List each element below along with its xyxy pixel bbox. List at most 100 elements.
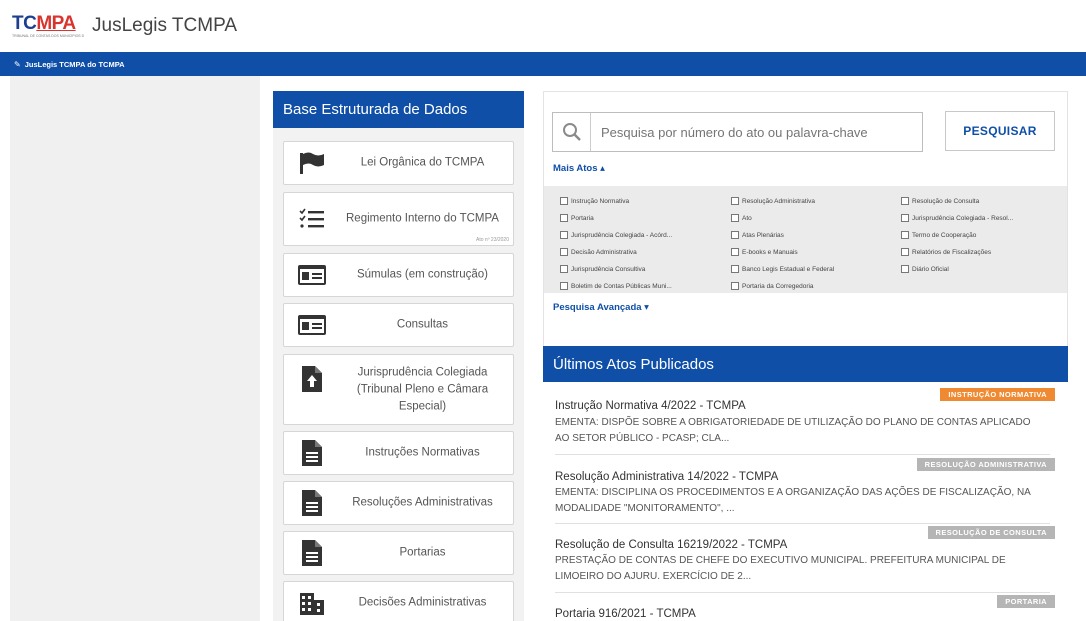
divider	[555, 523, 1050, 524]
file-upload-icon	[296, 366, 328, 392]
filter-checkbox[interactable]	[560, 248, 568, 256]
filter-option[interactable]: Instrução Normativa	[560, 194, 731, 208]
left-margin-area	[10, 76, 260, 621]
filter-option[interactable]: Decisão Administrativa	[560, 245, 731, 259]
act-type-filters: Instrução Normativa Resolução Administrat…	[544, 186, 1067, 293]
ultimos-atos-panel: Últimos Atos Publicados INSTRUÇÃO NORMAT…	[543, 346, 1068, 621]
ato-item[interactable]: PORTARIA Portaria 916/2021 - TCMPA	[555, 595, 1055, 621]
filter-option[interactable]: Resolução Administrativa	[731, 194, 901, 208]
filters-grid: Instrução Normativa Resolução Administrat…	[560, 194, 1067, 293]
filter-checkbox[interactable]	[731, 197, 739, 205]
filter-option[interactable]: Termo de Cooperação	[901, 228, 1071, 242]
filter-checkbox[interactable]	[731, 231, 739, 239]
ato-description: EMENTA: DISCIPLINA OS PROCEDIMENTOS E A …	[555, 487, 1031, 514]
base-item-portarias[interactable]: Portarias	[283, 531, 514, 575]
filter-option[interactable]: Atas Plenárias	[731, 228, 901, 242]
base-item-regimento-interno[interactable]: Regimento Interno do TCMPA Ato nº 23/202…	[283, 192, 514, 246]
filter-label: Jurisprudência Colegiada - Acórd...	[571, 231, 673, 239]
ato-type-badge: INSTRUÇÃO NORMATIVA	[940, 388, 1055, 401]
ato-item[interactable]: INSTRUÇÃO NORMATIVA Instrução Normativa …	[555, 388, 1055, 452]
filter-option[interactable]: Relatórios de Fiscalizações	[901, 245, 1071, 259]
pesquisa-avancada-toggle[interactable]: Pesquisa Avançada ▾	[553, 302, 649, 313]
base-item-label: Consultas	[396, 318, 449, 331]
breadcrumb-link[interactable]: JusLegis TCMPA do TCMPA	[25, 60, 125, 69]
filter-option[interactable]: Banco Legis Estadual e Federal	[731, 262, 901, 276]
ato-type-badge: RESOLUÇÃO ADMINISTRATIVA	[916, 458, 1055, 471]
filter-label: Portaria da Corregedoria	[742, 282, 814, 290]
divider	[555, 454, 1050, 455]
filter-checkbox[interactable]	[560, 282, 568, 290]
base-item-consultas[interactable]: Consultas	[283, 303, 514, 347]
base-estruturada-panel: Base Estruturada de Dados Lei Orgânica d…	[273, 91, 524, 621]
filter-checkbox[interactable]	[731, 214, 739, 222]
search-input[interactable]	[591, 114, 921, 150]
filter-label: Banco Legis Estadual e Federal	[742, 265, 835, 273]
filter-label: Jurisprudência Consultiva	[571, 265, 646, 273]
filter-option[interactable]: Jurisprudência Colegiada - Acórd...	[560, 228, 731, 242]
filter-option[interactable]: Jurisprudência Colegiada - Resol...	[901, 211, 1071, 225]
document-icon	[296, 540, 328, 566]
mais-atos-toggle[interactable]: Mais Atos ▴	[553, 163, 605, 174]
filter-option[interactable]: E-books e Manuais	[731, 245, 901, 259]
ato-item[interactable]: RESOLUÇÃO DE CONSULTA Resolução de Consu…	[555, 526, 1055, 590]
document-icon	[296, 440, 328, 466]
filter-option[interactable]: Ato	[731, 211, 901, 225]
base-item-label: Resoluções Administrativas	[352, 496, 493, 509]
base-item-label: Regimento Interno do TCMPA	[346, 212, 499, 225]
logo-subtitle: TRIBUNAL DE CONTAS DOS MUNICÍPIOS DO EST…	[12, 33, 84, 38]
filter-checkbox[interactable]	[560, 265, 568, 273]
filter-checkbox[interactable]	[901, 265, 909, 273]
filter-checkbox[interactable]	[901, 248, 909, 256]
filter-option[interactable]: Jurisprudência Consultiva	[560, 262, 731, 276]
filter-checkbox[interactable]	[901, 231, 909, 239]
base-item-label: Instruções Normativas	[365, 446, 480, 459]
ato-title[interactable]: Instrução Normativa 4/2022 - TCMPA	[555, 400, 746, 412]
base-item-sumulas[interactable]: Súmulas (em construção)	[283, 253, 514, 297]
ato-item[interactable]: RESOLUÇÃO ADMINISTRATIVA Resolução Admin…	[555, 458, 1055, 522]
filter-option[interactable]: Portaria	[560, 211, 731, 225]
app-title: JusLegis TCMPA	[92, 15, 238, 36]
base-item-resolucoes-administrativas[interactable]: Resoluções Administrativas	[283, 481, 514, 525]
filter-label: Ato	[742, 214, 752, 222]
filter-checkbox[interactable]	[560, 231, 568, 239]
filter-checkbox[interactable]	[731, 265, 739, 273]
base-item-label: Decisões Administrativas	[358, 596, 487, 609]
ato-title[interactable]: Portaria 916/2021 - TCMPA	[555, 608, 696, 620]
app-header: TCMPA TRIBUNAL DE CONTAS DOS MUNICÍPIOS …	[0, 0, 1086, 52]
base-item-decisoes-administrativas[interactable]: Decisões Administrativas	[283, 581, 514, 621]
filter-checkbox[interactable]	[731, 248, 739, 256]
ato-title[interactable]: Resolução Administrativa 14/2022 - TCMPA	[555, 471, 778, 483]
base-item-label: Lei Orgânica do TCMPA	[360, 156, 485, 169]
filter-checkbox[interactable]	[901, 197, 909, 205]
filter-option[interactable]: Diário Oficial	[901, 262, 1071, 276]
base-item-label: Súmulas (em construção)	[356, 268, 489, 281]
ato-title[interactable]: Resolução de Consulta 16219/2022 - TCMPA	[555, 539, 787, 551]
filter-label: Decisão Administrativa	[571, 248, 637, 256]
filter-label: Atas Plenárias	[742, 231, 784, 239]
id-card-icon	[296, 312, 328, 338]
filter-option[interactable]: Boletim de Contas Públicas Muni...	[560, 279, 731, 293]
breadcrumb-bar: ✎ JusLegis TCMPA do TCMPA	[0, 52, 1086, 76]
base-item-note: Ato nº 23/2020	[476, 237, 509, 243]
filter-checkbox[interactable]	[560, 214, 568, 222]
search-box	[552, 112, 923, 152]
filter-checkbox[interactable]	[560, 197, 568, 205]
ato-type-badge: PORTARIA	[997, 595, 1055, 608]
filter-checkbox[interactable]	[731, 282, 739, 290]
main-content: Base Estruturada de Dados Lei Orgânica d…	[0, 76, 1086, 621]
list-icon	[296, 206, 328, 232]
filter-checkbox[interactable]	[901, 214, 909, 222]
base-item-lei-organica[interactable]: Lei Orgânica do TCMPA	[283, 141, 514, 185]
base-item-jurisprudencia-colegiada[interactable]: Jurisprudência Colegiada (Tribunal Pleno…	[283, 354, 514, 425]
search-button[interactable]: PESQUISAR	[945, 111, 1055, 151]
ultimos-atos-title: Últimos Atos Publicados	[543, 346, 1068, 382]
base-item-label: Jurisprudência Colegiada (Tribunal Pleno…	[356, 366, 489, 412]
base-item-instrucoes-normativas[interactable]: Instruções Normativas	[283, 431, 514, 475]
filter-label: Resolução de Consulta	[912, 197, 980, 205]
ato-description: EMENTA: DISPÕE SOBRE A OBRIGATORIEDADE D…	[555, 417, 1031, 444]
filter-option[interactable]: Portaria da Corregedoria	[731, 279, 901, 293]
filter-label: Instrução Normativa	[571, 197, 630, 205]
filter-option[interactable]: Resolução de Consulta	[901, 194, 1071, 208]
tcmpa-logo[interactable]: TCMPA TRIBUNAL DE CONTAS DOS MUNICÍPIOS …	[12, 14, 84, 38]
document-icon	[296, 490, 328, 516]
